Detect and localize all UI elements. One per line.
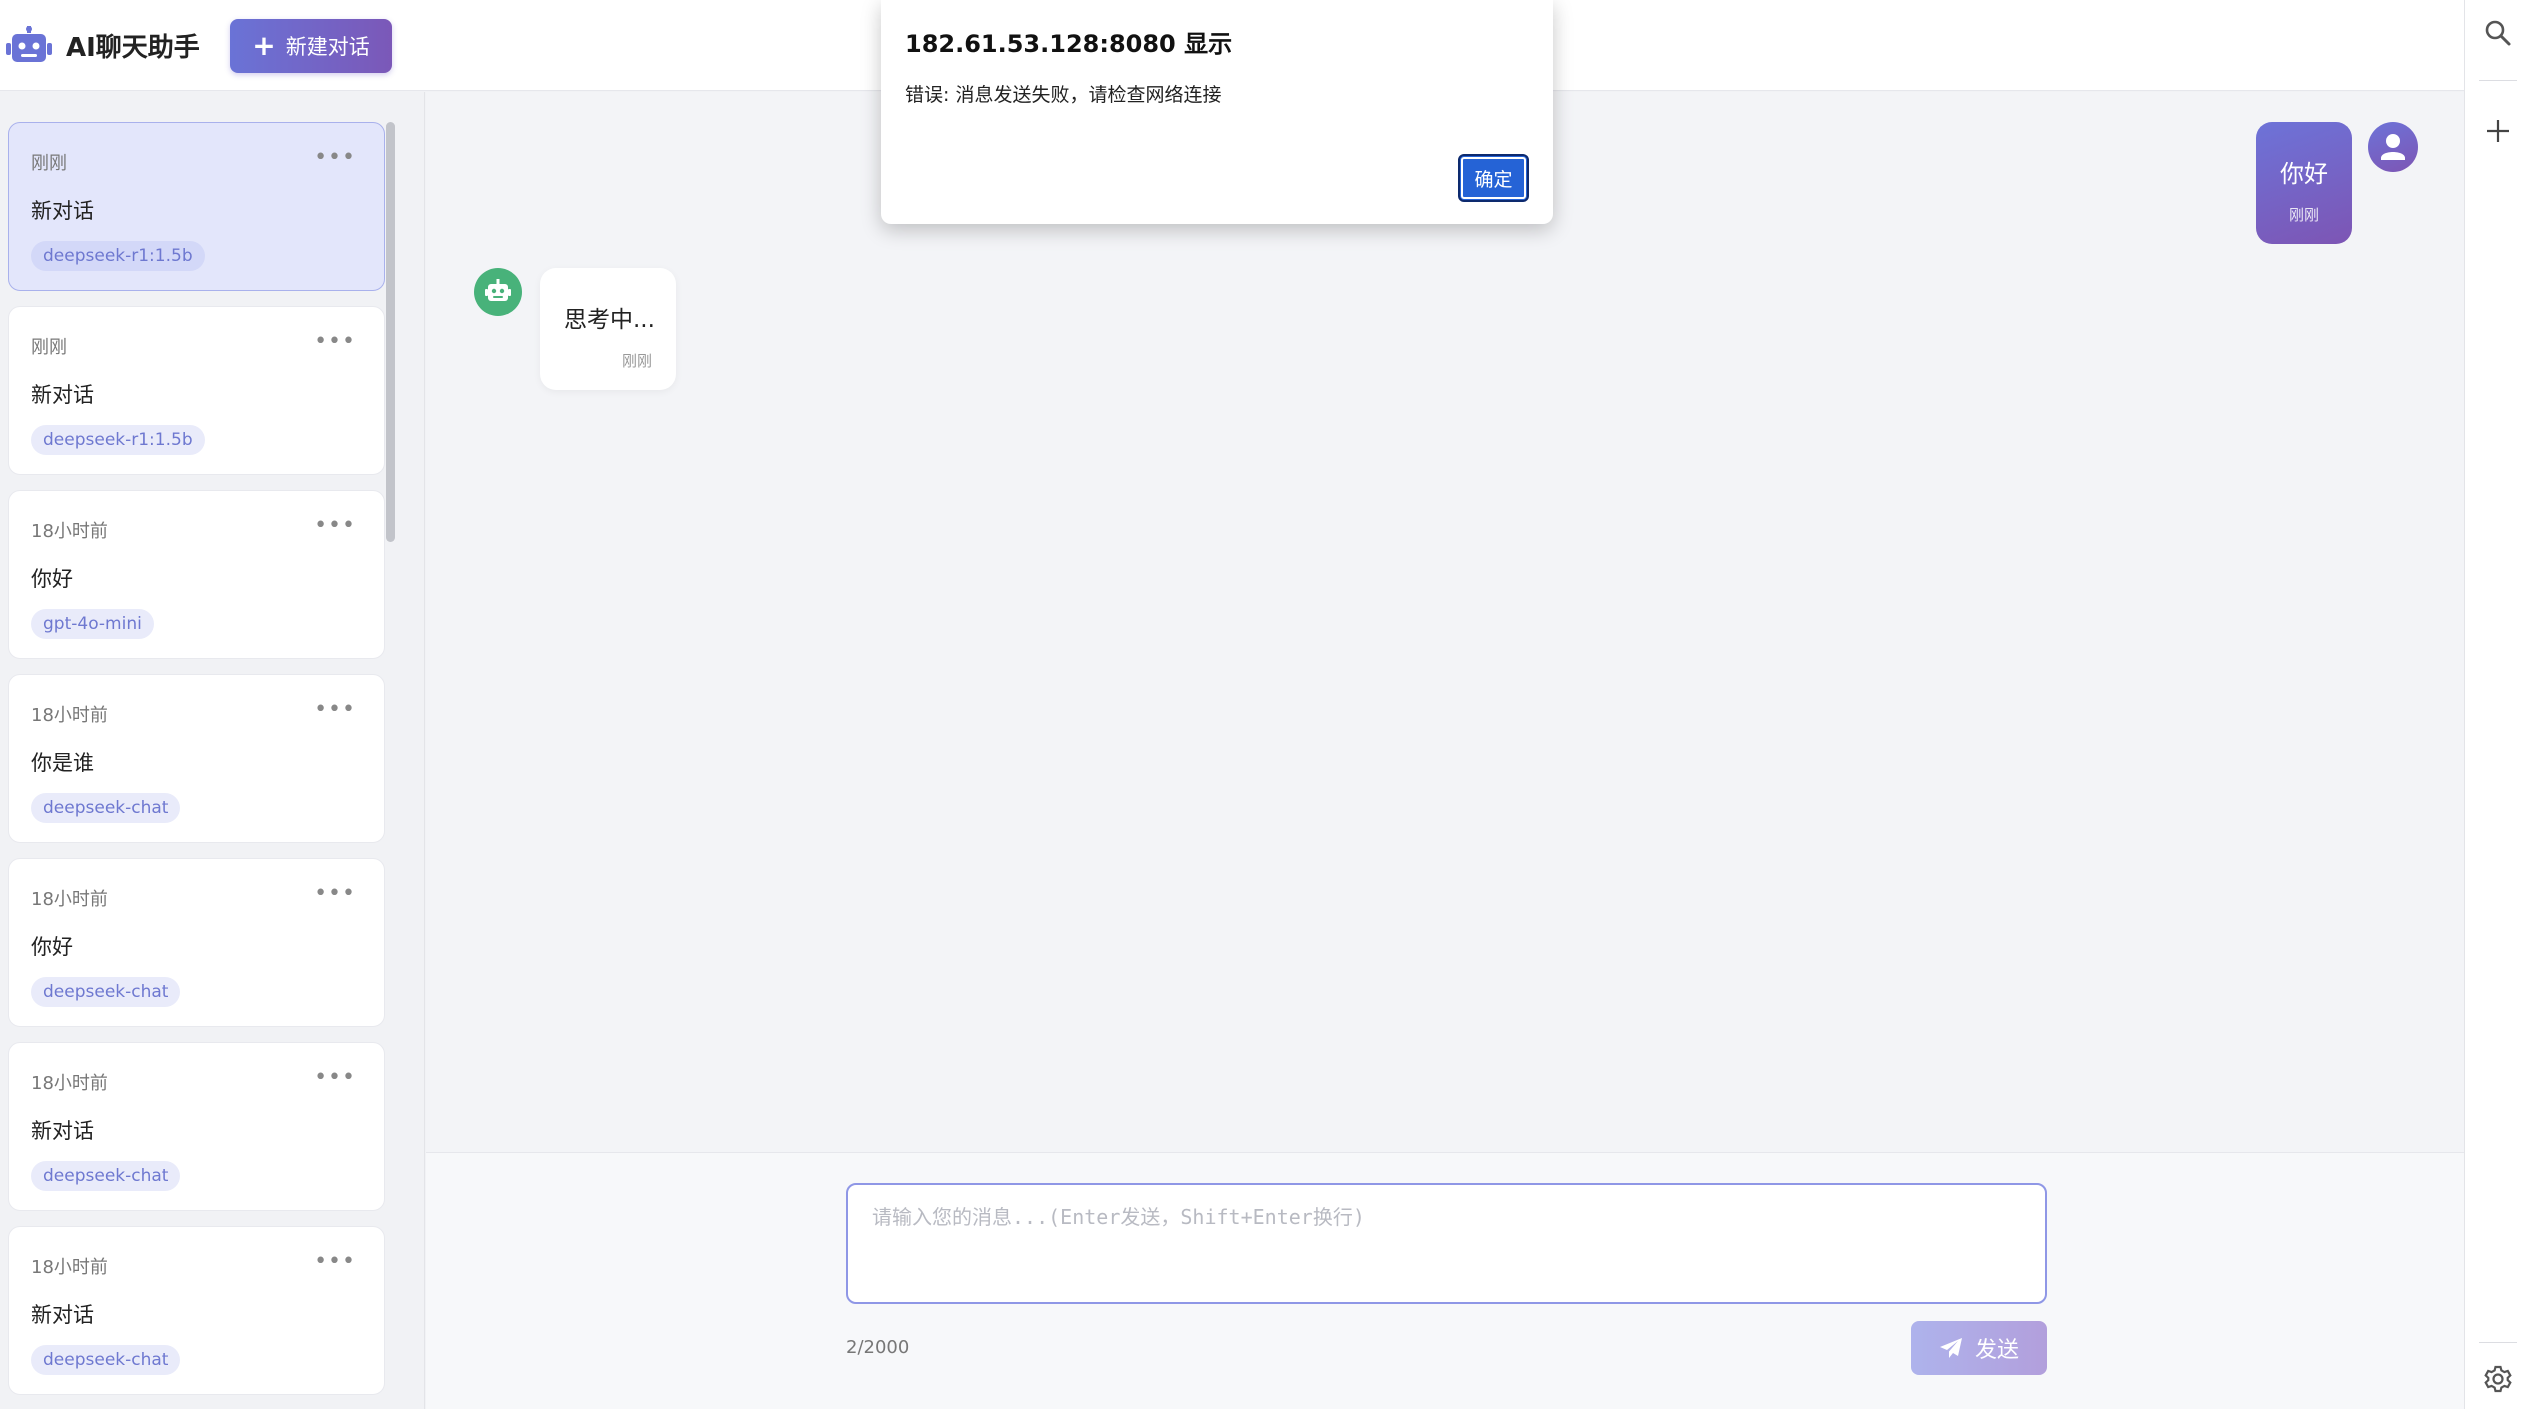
conversation-title: 你好 [31,935,73,959]
more-options-icon[interactable]: ••• [314,697,356,722]
bot-message-bubble: 思考中... 刚刚 [540,268,676,390]
plus-icon: + [252,29,276,62]
model-tag: deepseek-chat [31,1345,181,1375]
conversation-time: 刚刚 [31,337,67,358]
conversation-title: 新对话 [31,1119,94,1143]
conversation-title: 新对话 [31,1303,94,1327]
model-tag: deepseek-chat [31,977,181,1007]
send-button[interactable]: 发送 [1911,1321,2047,1375]
toolbar-divider [2479,80,2517,81]
sidebar-scrollbar[interactable] [386,122,395,542]
conversation-item[interactable]: 18小时前 ••• 你好 gpt-4o-mini [8,490,385,659]
message-input[interactable] [846,1183,2047,1304]
bot-avatar [474,268,522,316]
user-message-text: 你好 [2280,160,2328,188]
search-icon[interactable] [2481,16,2515,50]
gear-icon[interactable] [2481,1362,2515,1396]
conversation-item[interactable]: 18小时前 ••• 你是谁 deepseek-chat [8,674,385,843]
robot-icon [485,279,511,301]
paper-plane-icon [1939,1338,1962,1358]
more-options-icon[interactable]: ••• [314,513,356,538]
plus-icon[interactable] [2481,114,2515,148]
bot-message-text: 思考中... [564,307,655,333]
conversation-item[interactable]: 刚刚 ••• 新对话 deepseek-r1:1.5b [8,122,385,291]
new-chat-label: 新建对话 [285,35,370,59]
message-input-area: 2/2000 发送 [426,1152,2464,1409]
model-tag: deepseek-r1:1.5b [31,241,205,271]
more-options-icon[interactable]: ••• [314,881,356,906]
conversation-title: 你是谁 [31,751,94,775]
more-options-icon[interactable]: ••• [314,1249,356,1274]
user-message-bubble: 你好 刚刚 [2256,122,2352,244]
toolbar-divider [2479,1342,2517,1343]
user-icon [2381,134,2405,160]
conversation-item[interactable]: 18小时前 ••• 你好 deepseek-chat [8,858,385,1027]
send-label: 发送 [1974,1338,2019,1363]
conversation-item[interactable]: 刚刚 ••• 新对话 deepseek-r1:1.5b [8,306,385,475]
conversation-title: 新对话 [31,383,94,407]
app-title: AI聊天助手 [66,33,200,63]
conversation-time: 18小时前 [31,521,108,542]
user-avatar [2368,122,2418,172]
bot-message-time: 刚刚 [621,352,652,370]
char-count: 2/2000 [846,1337,910,1358]
conversation-sidebar: 刚刚 ••• 新对话 deepseek-r1:1.5b 刚刚 ••• 新对话 deepseek… [0,92,425,1409]
user-message-time: 刚刚 [2288,206,2319,224]
robot-logo-icon [6,26,52,62]
more-options-icon[interactable]: ••• [314,329,356,354]
dialog-title: 182.61.53.128:8080 显示 [905,30,1233,58]
dialog-ok-button[interactable]: 确定 [1458,154,1529,202]
dialog-message: 错误: 消息发送失败，请检查网络连接 [905,84,1222,106]
more-options-icon[interactable]: ••• [314,145,356,170]
conversation-time: 18小时前 [31,1073,108,1094]
conversation-item[interactable]: 18小时前 ••• 新对话 deepseek-chat [8,1042,385,1211]
model-tag: gpt-4o-mini [31,609,154,639]
conversation-time: 18小时前 [31,889,108,910]
chat-messages-area: 你好 刚刚 思考中... 刚刚 [426,92,2464,1152]
more-options-icon[interactable]: ••• [314,1065,356,1090]
conversation-time: 18小时前 [31,1257,108,1278]
model-tag: deepseek-chat [31,1161,181,1191]
conversation-title: 你好 [31,567,73,591]
new-chat-button[interactable]: + 新建对话 [230,19,392,73]
conversation-title: 新对话 [31,199,94,223]
conversation-item[interactable]: 18小时前 ••• 新对话 deepseek-chat [8,1226,385,1395]
conversation-time: 刚刚 [31,153,67,174]
alert-dialog: 182.61.53.128:8080 显示 错误: 消息发送失败，请检查网络连接… [881,0,1553,224]
right-toolbar [2464,0,2529,1409]
model-tag: deepseek-r1:1.5b [31,425,205,455]
conversation-time: 18小时前 [31,705,108,726]
model-tag: deepseek-chat [31,793,181,823]
